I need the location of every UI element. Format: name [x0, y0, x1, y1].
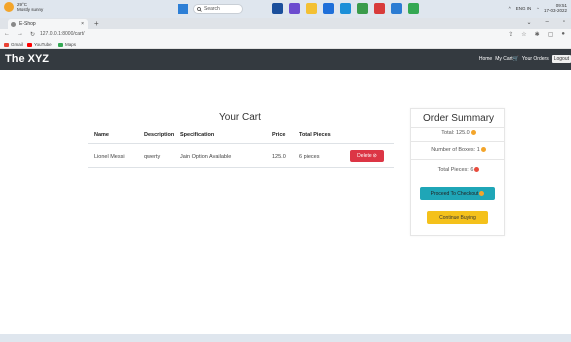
back-icon[interactable]: ← — [4, 31, 10, 38]
summary-boxes: Number of Boxes: 1 — [411, 147, 506, 153]
chat-icon[interactable] — [289, 3, 300, 14]
forward-icon[interactable]: → — [17, 31, 23, 38]
table-header: Name Description Specification Price Tot… — [88, 128, 394, 144]
checkout-icon — [479, 191, 485, 196]
continue-buying-button[interactable]: Continue Buying — [427, 211, 488, 224]
tab-favicon-icon — [11, 21, 16, 27]
weather-widget[interactable]: 29°C Mostly sunny — [4, 2, 43, 12]
brand-logo[interactable]: The XYZ — [5, 53, 49, 65]
app-icon[interactable] — [374, 3, 385, 14]
money-icon — [470, 130, 476, 136]
taskbar-search-label: Search — [204, 6, 220, 12]
minimize-icon[interactable]: – — [546, 19, 549, 26]
cart-title: Your Cart — [219, 112, 261, 123]
delete-button[interactable]: Delete ⊘ — [350, 150, 384, 162]
delete-label: Delete — [357, 153, 372, 159]
edge-icon[interactable] — [323, 3, 334, 14]
tray-lang[interactable]: ENG IN — [516, 6, 532, 11]
windows-start-icon[interactable] — [178, 4, 188, 14]
bookmark-youtube[interactable]: YouTube — [27, 42, 52, 47]
table-row: Lionel Messi qwerty Jain Option Availabl… — [88, 144, 394, 168]
profile-icon[interactable]: ● — [561, 31, 565, 38]
wifi-icon[interactable]: ◔ — [536, 6, 539, 11]
chrome-icon[interactable] — [357, 3, 368, 14]
col-specification: Specification — [180, 132, 215, 138]
clock[interactable]: 09:51 17-03-2022 — [544, 3, 567, 13]
sun-icon — [4, 2, 14, 12]
summary-title: Order Summary — [422, 113, 495, 124]
logout-button[interactable]: Logout — [551, 55, 571, 63]
window-controls: ⌄ – ▫ — [526, 19, 565, 26]
reload-icon[interactable]: ↻ — [30, 31, 35, 38]
new-tab-button[interactable]: + — [94, 19, 99, 28]
site-navbar: The XYZ Home My Cart🛒 Your Orders Logout — [0, 49, 571, 70]
youtube-icon — [27, 42, 32, 47]
col-description: Description — [144, 132, 175, 138]
browser-tab[interactable]: E-Shop × — [8, 19, 88, 29]
box-icon — [480, 147, 486, 153]
url-field[interactable]: 127.0.0.1:8000/cart/ — [40, 31, 84, 37]
file-explorer-icon[interactable] — [306, 3, 317, 14]
nav-my-cart[interactable]: My Cart🛒 — [495, 56, 519, 62]
row-pieces: 6 pieces — [299, 154, 320, 160]
search-icon — [197, 6, 202, 12]
maps-icon — [58, 42, 63, 47]
row-name: Lionel Messi — [94, 154, 125, 160]
divider — [411, 141, 504, 142]
col-name: Name — [94, 132, 109, 138]
summary-pieces: Total Pieces: 6 — [411, 167, 506, 173]
extensions-icon[interactable]: ✱ — [535, 31, 540, 38]
col-price: Price — [272, 132, 286, 138]
browser-tabbar: E-Shop × + ⌄ – ▫ — [0, 18, 571, 29]
close-tab-icon[interactable]: × — [81, 21, 84, 27]
share-icon[interactable]: ⇪ — [508, 31, 513, 38]
vscode-icon[interactable] — [391, 3, 402, 14]
nav-links: Home My Cart🛒 Your Orders Logout — [479, 55, 571, 63]
chrome-alt-icon[interactable] — [408, 3, 419, 14]
windows-taskbar: 29°C Mostly sunny Search ^ ENG IN ◔ 09:5… — [0, 0, 571, 18]
cart-table: Name Description Specification Price Tot… — [88, 128, 394, 168]
order-summary: Order Summary Total: 125.0 Number of Box… — [410, 108, 505, 236]
store-icon[interactable] — [340, 3, 351, 14]
col-total-pieces: Total Pieces — [299, 132, 331, 138]
gmail-icon — [4, 42, 9, 47]
taskbar-search[interactable]: Search — [193, 4, 243, 14]
star-icon[interactable]: ☆ — [521, 31, 526, 38]
restore-icon[interactable]: ▫ — [563, 19, 565, 26]
bookmarks-bar: Gmail YouTube Maps — [0, 40, 571, 49]
row-price: 125.0 — [272, 154, 286, 160]
bookmark-gmail[interactable]: Gmail — [4, 42, 23, 47]
windows-taskbar-bottom — [0, 334, 571, 342]
summary-total: Total: 125.0 — [411, 130, 506, 136]
pieces-icon — [474, 167, 480, 173]
tab-title: E-Shop — [19, 21, 36, 27]
nav-home[interactable]: Home — [479, 56, 492, 62]
taskbar-apps — [272, 3, 419, 14]
system-tray: ^ ENG IN ◔ 09:51 17-03-2022 — [509, 3, 567, 13]
checkout-button[interactable]: Proceed To Checkout — [420, 187, 495, 200]
row-specification: Jain Option Available — [180, 154, 232, 160]
nav-your-orders[interactable]: Your Orders — [522, 56, 549, 62]
row-description: qwerty — [144, 154, 161, 160]
divider — [411, 159, 504, 160]
chevron-up-icon[interactable]: ^ — [509, 6, 511, 11]
address-bar: ← → ↻ 127.0.0.1:8000/cart/ ⇪ ☆ ✱ ▢ ● — [0, 29, 571, 40]
bookmark-maps[interactable]: Maps — [58, 42, 76, 47]
trash-icon: ⊘ — [372, 153, 377, 159]
weather-desc: Mostly sunny — [17, 7, 44, 12]
task-view-icon[interactable] — [272, 3, 283, 14]
chevron-down-icon[interactable]: ⌄ — [526, 19, 531, 26]
divider — [411, 127, 504, 128]
sidebar-icon[interactable]: ▢ — [548, 31, 554, 38]
